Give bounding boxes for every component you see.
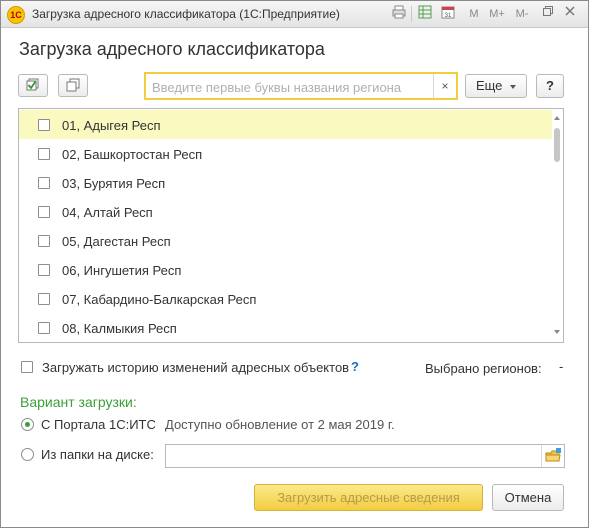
region-checkbox[interactable] bbox=[38, 235, 50, 247]
folder-radio[interactable] bbox=[21, 448, 34, 461]
restore-icon[interactable] bbox=[542, 5, 554, 23]
region-checkbox[interactable] bbox=[38, 322, 50, 334]
memory-m-button[interactable]: M bbox=[467, 5, 481, 23]
region-label: 01, Адыгея Респ bbox=[62, 118, 161, 133]
svg-text:31: 31 bbox=[445, 13, 452, 19]
region-checkbox[interactable] bbox=[38, 206, 50, 218]
history-help-link[interactable]: ? bbox=[351, 359, 359, 374]
page-title: Загрузка адресного классификатора bbox=[19, 39, 325, 59]
region-label: 06, Ингушетия Респ bbox=[62, 263, 182, 278]
load-address-data-button[interactable]: Загрузить адресные сведения bbox=[254, 484, 483, 511]
check-all-icon bbox=[26, 78, 39, 91]
region-label: 02, Башкортостан Респ bbox=[62, 147, 203, 162]
titlebar: 1С Загрузка адресного классификатора (1С… bbox=[1, 1, 588, 28]
more-button-label: Еще bbox=[475, 78, 503, 93]
region-list[interactable]: 01, Адыгея Респ 02, Башкортостан Респ 03… bbox=[18, 108, 564, 343]
list-item[interactable]: 01, Адыгея Респ bbox=[19, 110, 552, 139]
region-search-input[interactable] bbox=[150, 76, 434, 98]
region-label: 05, Дагестан Респ bbox=[62, 234, 171, 249]
portal-radio[interactable] bbox=[21, 418, 34, 431]
uncheck-all-icon bbox=[66, 78, 80, 92]
region-checkbox[interactable] bbox=[38, 177, 50, 189]
region-checkbox[interactable] bbox=[38, 119, 50, 131]
scroll-thumb[interactable] bbox=[554, 128, 560, 162]
help-button[interactable]: ? bbox=[536, 74, 564, 98]
history-label: Загружать историю изменений адресных объ… bbox=[42, 360, 350, 375]
calendar-icon[interactable]: 31 bbox=[441, 5, 455, 23]
close-icon[interactable] bbox=[564, 5, 576, 23]
more-button[interactable]: Еще bbox=[465, 74, 527, 98]
list-item[interactable]: 05, Дагестан Респ bbox=[19, 226, 552, 255]
region-label: 03, Бурятия Респ bbox=[62, 176, 166, 191]
load-variant-title: Вариант загрузки: bbox=[20, 394, 137, 410]
region-checkbox[interactable] bbox=[38, 148, 50, 160]
portal-radio-label: С Портала 1С:ИТС bbox=[41, 417, 156, 432]
folder-select-button[interactable] bbox=[541, 445, 564, 467]
list-item[interactable]: 02, Башкортостан Респ bbox=[19, 139, 552, 168]
history-checkbox[interactable] bbox=[21, 361, 33, 373]
region-search[interactable]: × bbox=[144, 72, 458, 100]
memory-minus-button[interactable]: M- bbox=[512, 5, 532, 23]
dialog-window: 1С Загрузка адресного классификатора (1С… bbox=[0, 0, 589, 528]
list-scrollbar[interactable] bbox=[552, 110, 562, 341]
print-icon[interactable] bbox=[392, 5, 406, 23]
region-label: 04, Алтай Респ bbox=[62, 205, 153, 220]
search-clear-button[interactable]: × bbox=[433, 74, 456, 98]
folder-icon bbox=[545, 448, 561, 462]
region-checkbox[interactable] bbox=[38, 264, 50, 276]
folder-path-field[interactable] bbox=[165, 444, 565, 468]
selected-regions-count: - bbox=[559, 359, 564, 374]
list-item[interactable]: 08, Калмыкия Респ bbox=[19, 313, 552, 342]
cancel-button[interactable]: Отмена bbox=[492, 484, 564, 511]
list-item[interactable]: 07, Кабардино-Балкарская Респ bbox=[19, 284, 552, 313]
selected-regions-label: Выбрано регионов: bbox=[425, 361, 542, 376]
region-checkbox[interactable] bbox=[38, 293, 50, 305]
spreadsheet-icon[interactable] bbox=[418, 5, 432, 23]
memory-plus-button[interactable]: M+ bbox=[487, 5, 507, 23]
update-available-note: Доступно обновление от 2 мая 2019 г. bbox=[165, 417, 395, 432]
folder-radio-label: Из папки на диске: bbox=[41, 447, 154, 462]
scroll-up-icon[interactable] bbox=[554, 116, 560, 120]
window-title: Загрузка адресного классификатора (1С:Пр… bbox=[32, 7, 340, 21]
check-all-button[interactable] bbox=[18, 74, 48, 97]
scroll-down-icon[interactable] bbox=[554, 330, 560, 334]
list-item[interactable]: 06, Ингушетия Респ bbox=[19, 255, 552, 284]
region-label: 07, Кабардино-Балкарская Респ bbox=[62, 292, 257, 307]
region-label: 08, Калмыкия Респ bbox=[62, 321, 177, 336]
list-item[interactable]: 03, Бурятия Респ bbox=[19, 168, 552, 197]
uncheck-all-button[interactable] bbox=[58, 74, 88, 97]
titlebar-separator bbox=[411, 6, 412, 22]
app-logo: 1С bbox=[7, 6, 25, 24]
list-item[interactable]: 04, Алтай Респ bbox=[19, 197, 552, 226]
dropdown-arrow-icon bbox=[510, 84, 517, 89]
